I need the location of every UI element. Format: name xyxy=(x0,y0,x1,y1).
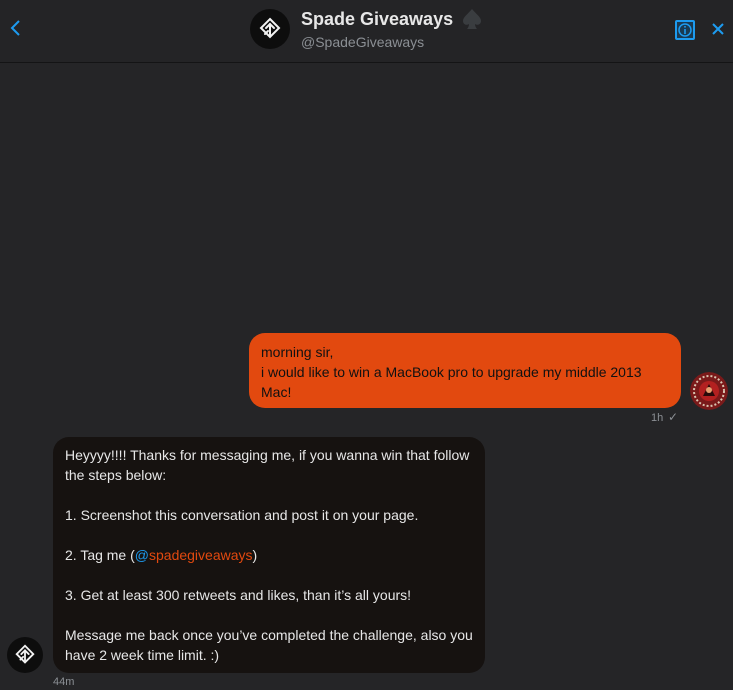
back-button[interactable] xyxy=(8,17,26,39)
spade-logo-icon xyxy=(259,17,281,39)
outgoing-timestamp: 1h xyxy=(651,412,664,424)
check-icon: ✓ xyxy=(668,410,679,424)
close-button[interactable] xyxy=(709,17,727,41)
message-text-line: morning sir, xyxy=(261,344,334,360)
spade-logo-icon xyxy=(15,644,35,664)
conversation-header: Spade Giveaways @SpadeGiveaways xyxy=(0,0,733,63)
incoming-timestamp: 44m xyxy=(53,676,75,688)
mention-at-sign[interactable]: @ xyxy=(135,547,149,563)
message-text: 2. Tag me ( xyxy=(65,547,135,563)
message-paragraph: 1. Screenshot this conversation and post… xyxy=(65,507,419,523)
message-paragraph: 3. Get at least 300 retweets and likes, … xyxy=(65,587,412,603)
avatar-image xyxy=(690,372,728,410)
header-avatar[interactable] xyxy=(250,9,290,49)
conversation-name[interactable]: Spade Giveaways xyxy=(301,8,453,30)
message-text-line: i would like to win a MacBook pro to upg… xyxy=(261,364,642,400)
info-button[interactable] xyxy=(675,20,695,40)
message-paragraph: 2. Tag me (@spadegiveaways) xyxy=(65,545,473,565)
message-paragraph: Heyyyy!!!! Thanks for messaging me, if y… xyxy=(65,447,470,483)
my-avatar[interactable] xyxy=(690,372,728,410)
spade-icon xyxy=(463,9,481,29)
outgoing-message-bubble[interactable]: morning sir, i would like to win a MacBo… xyxy=(249,333,681,408)
message-text: ) xyxy=(252,547,258,563)
message-paragraph: Message me back once you’ve completed th… xyxy=(65,627,473,663)
conversation-handle: @SpadeGiveaways xyxy=(301,34,425,50)
mention-link[interactable]: spadegiveaways xyxy=(149,547,253,563)
info-icon xyxy=(678,23,692,37)
sender-avatar[interactable] xyxy=(7,637,43,673)
close-icon xyxy=(712,23,724,35)
chevron-left-icon xyxy=(10,20,20,36)
incoming-message-bubble[interactable]: Heyyyy!!!! Thanks for messaging me, if y… xyxy=(53,437,485,673)
